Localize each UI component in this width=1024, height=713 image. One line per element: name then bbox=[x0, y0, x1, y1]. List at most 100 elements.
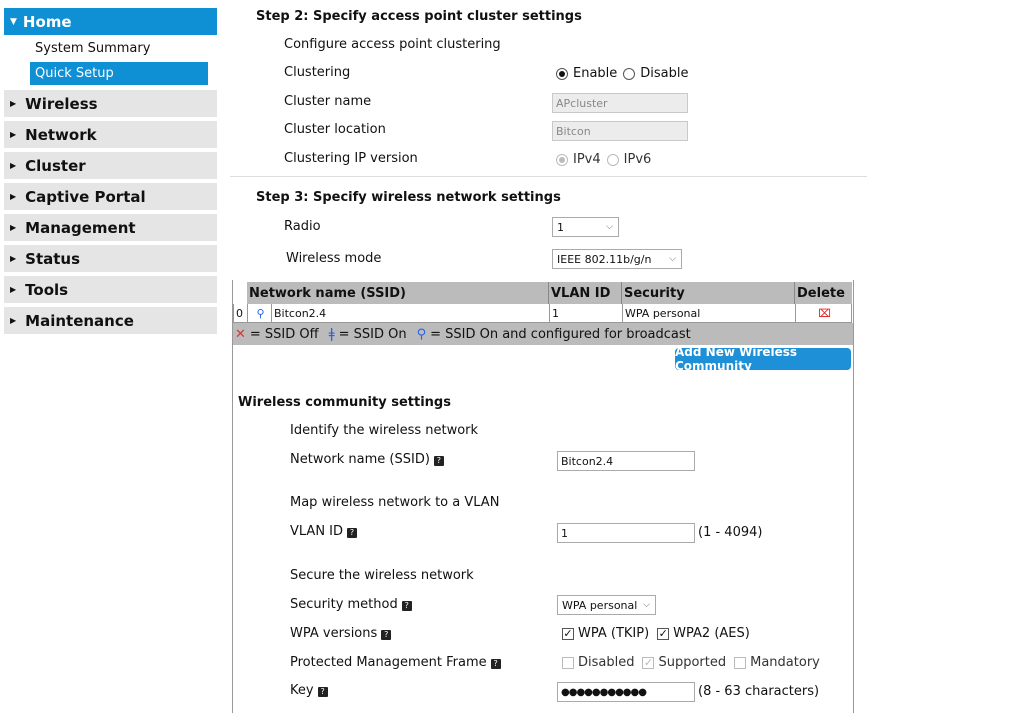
configure-clustering-label: Configure access point clustering bbox=[284, 37, 501, 52]
vlan-input[interactable]: 1 bbox=[557, 523, 695, 543]
nav-cluster[interactable]: ▶ Cluster bbox=[4, 152, 217, 179]
caret-right-icon: ▶ bbox=[10, 254, 17, 263]
help-icon[interactable]: ? bbox=[381, 630, 392, 640]
caret-right-icon: ▶ bbox=[10, 285, 17, 294]
caret-right-icon: ▶ bbox=[10, 99, 17, 108]
help-icon[interactable]: ? bbox=[317, 687, 328, 697]
caret-right-icon: ▶ bbox=[10, 316, 17, 325]
wireless-mode-label: Wireless mode bbox=[286, 251, 382, 266]
nav-label: Status bbox=[25, 249, 81, 268]
wireless-mode-value: IEEE 802.11b/g/n bbox=[557, 252, 652, 266]
row-security: WPA personal bbox=[623, 304, 796, 322]
nav-label: Cluster bbox=[25, 156, 86, 175]
ssid-legend: ✕ = SSID Off ǂ = SSID On ⚲ = SSID On and… bbox=[233, 323, 853, 345]
add-wireless-community-button[interactable]: Add New Wireless Community bbox=[675, 345, 851, 373]
legend-off: = SSID Off bbox=[249, 326, 319, 342]
map-vlan-label: Map wireless network to a VLAN bbox=[290, 495, 500, 510]
security-method-select[interactable]: WPA personal ⌵ bbox=[557, 595, 656, 615]
caret-right-icon: ▶ bbox=[10, 223, 17, 232]
col-ssid-header: Network name (SSID) bbox=[247, 282, 549, 304]
cluster-location-label: Cluster location bbox=[284, 122, 386, 137]
nav-wireless[interactable]: ▶ Wireless bbox=[4, 90, 217, 117]
nav-quick-setup[interactable]: Quick Setup bbox=[30, 62, 208, 85]
radio-select-value: 1 bbox=[557, 220, 564, 234]
clustering-disable-radio[interactable] bbox=[623, 67, 636, 80]
vlan-label: VLAN ID? bbox=[290, 524, 358, 539]
community-settings-title: Wireless community settings bbox=[238, 395, 451, 410]
cluster-location-input[interactable]: Bitcon bbox=[552, 121, 688, 141]
security-method-label: Security method? bbox=[290, 597, 412, 612]
nav-label: Tools bbox=[25, 280, 69, 299]
key-text: Key bbox=[290, 683, 314, 698]
wpa2-aes-checkbox[interactable]: ✓ bbox=[657, 627, 670, 640]
col-security-header: Security bbox=[622, 282, 795, 304]
help-icon[interactable]: ? bbox=[401, 601, 412, 611]
caret-right-icon: ▶ bbox=[10, 130, 17, 139]
wpa-tkip-label: WPA (TKIP) bbox=[578, 626, 650, 641]
clustering-radio-group: Enable Disable bbox=[556, 66, 689, 81]
security-method-text: Security method bbox=[290, 597, 398, 612]
ssid-input[interactable]: Bitcon2.4 bbox=[557, 451, 695, 471]
disable-label: Disable bbox=[640, 66, 689, 81]
wpa-versions-label: WPA versions? bbox=[290, 626, 392, 641]
wpa-tkip-checkbox[interactable]: ✓ bbox=[562, 627, 574, 640]
cluster-name-input[interactable]: APcluster bbox=[552, 93, 688, 113]
clustering-enable-radio[interactable] bbox=[556, 67, 568, 80]
main-content: Step 2: Specify access point cluster set… bbox=[230, 0, 870, 713]
help-icon[interactable]: ? bbox=[433, 456, 444, 466]
help-icon[interactable]: ? bbox=[347, 528, 358, 538]
vlan-label-text: VLAN ID bbox=[290, 524, 344, 539]
antenna-icon: ⚲ bbox=[248, 304, 272, 322]
help-icon[interactable]: ? bbox=[490, 659, 501, 669]
radio-select[interactable]: 1 ⌵ bbox=[552, 217, 619, 237]
pmf-supported-checkbox[interactable]: ✓ bbox=[642, 656, 655, 669]
clustering-label: Clustering bbox=[284, 65, 351, 80]
ip-version-label: Clustering IP version bbox=[284, 151, 418, 166]
secure-network-label: Secure the wireless network bbox=[290, 568, 474, 583]
ssid-label-text: Network name (SSID) bbox=[290, 452, 430, 467]
ipv4-radio[interactable] bbox=[556, 153, 568, 166]
pmf-mandatory-label: Mandatory bbox=[750, 655, 820, 670]
wireless-mode-select[interactable]: IEEE 802.11b/g/n ⌵ bbox=[552, 249, 682, 269]
chevron-down-icon: ⌵ bbox=[606, 222, 613, 232]
col-delete-header: Delete bbox=[797, 285, 845, 301]
nav-status[interactable]: ▶ Status bbox=[4, 245, 217, 272]
pmf-text: Protected Management Frame bbox=[290, 655, 487, 670]
nav-captive-portal[interactable]: ▶ Captive Portal bbox=[4, 183, 217, 210]
identify-network-label: Identify the wireless network bbox=[290, 423, 479, 438]
pmf-disabled-label: Disabled bbox=[578, 655, 635, 670]
nav-network[interactable]: ▶ Network bbox=[4, 121, 217, 148]
ssid-broadcast-icon: ⚲ bbox=[416, 326, 427, 342]
key-label: Key? bbox=[290, 683, 328, 698]
delete-icon[interactable]: ⌧ bbox=[796, 304, 851, 322]
table-row[interactable]: 0 ⚲ Bitcon2.4 1 WPA personal ⌧ bbox=[233, 304, 852, 323]
pmf-supported-label: Supported bbox=[658, 655, 727, 670]
wpa-versions-text: WPA versions bbox=[290, 626, 378, 641]
nav-management[interactable]: ▶ Management bbox=[4, 214, 217, 241]
pmf-mandatory-checkbox[interactable] bbox=[734, 656, 747, 669]
nav-system-summary[interactable]: System Summary bbox=[4, 37, 217, 60]
nav-tools[interactable]: ▶ Tools bbox=[4, 276, 217, 303]
row-index: 0 bbox=[234, 304, 248, 322]
sidebar: ▼ Home System Summary Quick Setup ▶ Wirel… bbox=[4, 8, 217, 334]
chevron-down-icon: ⌵ bbox=[643, 600, 650, 610]
section-divider bbox=[230, 176, 867, 177]
pmf-group: Disabled ✓ Supported Mandatory bbox=[562, 655, 820, 670]
ssid-on-icon: ǂ bbox=[328, 326, 335, 342]
row-vlan: 1 bbox=[550, 304, 623, 322]
ssid-label: Network name (SSID)? bbox=[290, 452, 444, 467]
key-input[interactable]: ●●●●●●●●●●● bbox=[557, 682, 695, 702]
nav-home-label: Home bbox=[22, 12, 72, 31]
wpa2-aes-label: WPA2 (AES) bbox=[673, 626, 750, 641]
cluster-name-label: Cluster name bbox=[284, 94, 372, 109]
nav-maintenance[interactable]: ▶ Maintenance bbox=[4, 307, 217, 334]
nav-label: Captive Portal bbox=[25, 187, 146, 206]
key-range: (8 - 63 characters) bbox=[698, 684, 820, 699]
nav-home[interactable]: ▼ Home bbox=[4, 8, 217, 35]
ipv6-radio[interactable] bbox=[606, 153, 619, 166]
nav-label: Network bbox=[25, 125, 97, 144]
nav-label: Maintenance bbox=[25, 311, 134, 330]
pmf-disabled-checkbox[interactable] bbox=[562, 656, 574, 669]
ssid-off-icon: ✕ bbox=[235, 326, 246, 342]
ipv4-label: IPv4 bbox=[573, 152, 601, 167]
